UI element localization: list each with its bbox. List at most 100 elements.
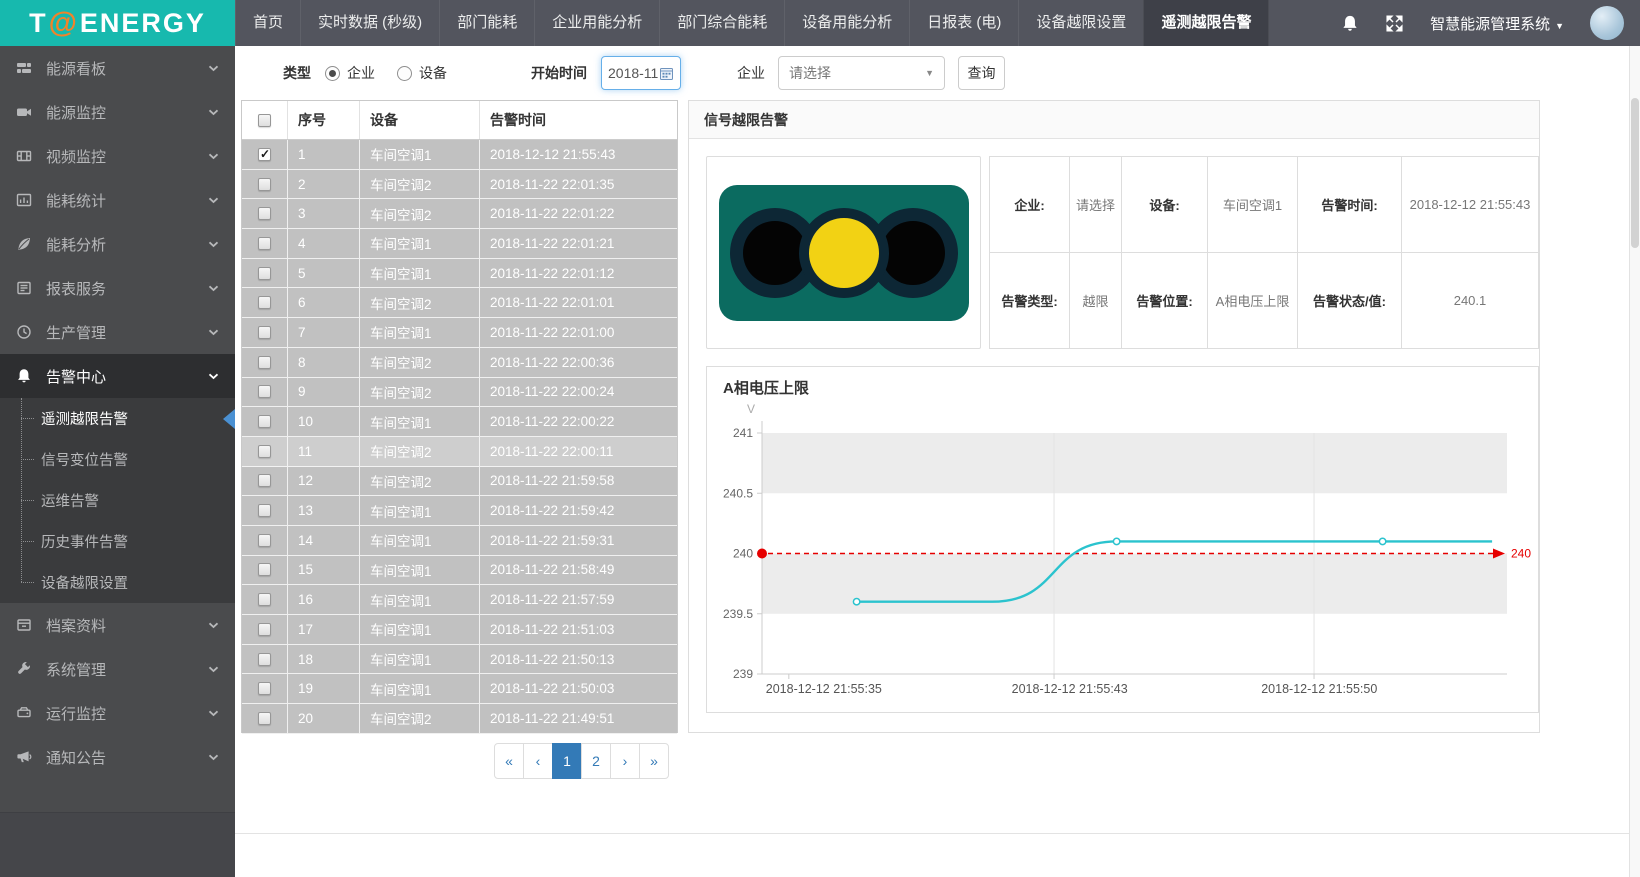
row-checkbox[interactable] — [258, 296, 271, 309]
row-checkbox[interactable] — [258, 504, 271, 517]
table-row[interactable]: 3车间空调22018-11-22 22:01:22 — [242, 199, 677, 229]
logo-at-icon: @ — [49, 7, 79, 40]
row-checkbox[interactable] — [258, 563, 271, 576]
row-checkbox[interactable] — [258, 178, 271, 191]
sidebar-subitem[interactable]: 历史事件告警 — [0, 521, 235, 562]
table-row[interactable]: 11车间空调22018-11-22 22:00:11 — [242, 437, 677, 467]
sidebar-item[interactable]: 生产管理 — [0, 310, 235, 354]
row-seq: 4 — [288, 229, 360, 259]
sidebar-item[interactable]: 告警中心 — [0, 354, 235, 398]
row-checkbox[interactable] — [258, 267, 271, 280]
table-row[interactable]: 6车间空调22018-11-22 22:01:01 — [242, 288, 677, 318]
sidebar-item[interactable]: 能耗统计 — [0, 178, 235, 222]
bell-icon[interactable] — [1341, 14, 1359, 33]
sidebar-subitem[interactable]: 运维告警 — [0, 480, 235, 521]
table-row[interactable]: 20车间空调22018-11-22 21:49:51 — [242, 704, 677, 734]
top-nav-item[interactable]: 日报表 (电) — [909, 0, 1018, 46]
row-checkbox[interactable] — [258, 148, 271, 161]
page-button[interactable]: 1 — [552, 743, 582, 779]
sidebar-item[interactable]: 能源监控 — [0, 90, 235, 134]
sidebar-subitem-label: 设备越限设置 — [41, 572, 128, 593]
row-checkbox[interactable] — [258, 712, 271, 725]
enterprise-select[interactable]: 请选择 ▼ — [778, 56, 945, 90]
sidebar: 能源看板能源监控视频监控能耗统计能耗分析报表服务生产管理告警中心遥测越限告警信号… — [0, 46, 235, 877]
avatar[interactable] — [1590, 6, 1624, 40]
sidebar-subitem[interactable]: 设备越限设置 — [0, 562, 235, 603]
row-checkbox[interactable] — [258, 415, 271, 428]
sidebar-item[interactable]: 通知公告 — [0, 735, 235, 779]
table-row[interactable]: 17车间空调12018-11-22 21:51:03 — [242, 615, 677, 645]
table-row[interactable]: 7车间空调12018-11-22 22:01:00 — [242, 318, 677, 348]
sidebar-item[interactable]: 运行监控 — [0, 691, 235, 735]
top-nav-item[interactable]: 实时数据 (秒级) — [300, 0, 439, 46]
row-checkbox[interactable] — [258, 682, 271, 695]
sidebar-subitem[interactable]: 信号变位告警 — [0, 439, 235, 480]
svg-text:241: 241 — [733, 426, 753, 440]
table-row[interactable]: 14车间空调12018-11-22 21:59:31 — [242, 526, 677, 556]
table-row[interactable]: 9车间空调22018-11-22 22:00:24 — [242, 378, 677, 408]
sidebar-item[interactable]: 视频监控 — [0, 134, 235, 178]
radio-enterprise[interactable] — [325, 66, 340, 81]
page-scrollbar[interactable] — [1629, 46, 1640, 877]
top-nav-item[interactable]: 遥测越限告警 — [1143, 0, 1269, 46]
sidebar-item[interactable]: 报表服务 — [0, 266, 235, 310]
row-device: 车间空调2 — [360, 288, 480, 318]
table-row[interactable]: 15车间空调12018-11-22 21:58:49 — [242, 556, 677, 586]
start-time-value[interactable] — [608, 65, 660, 81]
table-row[interactable]: 10车间空调12018-11-22 22:00:22 — [242, 407, 677, 437]
top-nav-item[interactable]: 设备用能分析 — [784, 0, 909, 46]
row-checkbox[interactable] — [258, 653, 271, 666]
row-checkbox[interactable] — [258, 326, 271, 339]
table-row[interactable]: 12车间空调22018-11-22 21:59:58 — [242, 467, 677, 497]
detail-label: 告警类型: — [990, 253, 1070, 349]
row-checkbox[interactable] — [258, 237, 271, 250]
page-button[interactable]: » — [639, 743, 669, 779]
top-nav-item[interactable]: 部门能耗 — [439, 0, 534, 46]
select-all-checkbox[interactable] — [258, 114, 271, 127]
sidebar-item-label: 能耗分析 — [46, 234, 106, 255]
calendar-icon[interactable] — [660, 67, 673, 80]
table-row[interactable]: 18车间空调12018-11-22 21:50:13 — [242, 645, 677, 675]
table-row[interactable]: 13车间空调12018-11-22 21:59:42 — [242, 496, 677, 526]
table-row[interactable]: 1车间空调12018-12-12 21:55:43 — [242, 140, 677, 170]
sidebar-subitem[interactable]: 遥测越限告警 — [0, 398, 235, 439]
row-checkbox[interactable] — [258, 445, 271, 458]
row-checkbox[interactable] — [258, 207, 271, 220]
page-button[interactable]: 2 — [581, 743, 611, 779]
page-button[interactable]: ‹ — [523, 743, 553, 779]
sidebar-item[interactable]: 系统管理 — [0, 647, 235, 691]
top-nav-item[interactable]: 企业用能分析 — [534, 0, 659, 46]
row-seq: 11 — [288, 437, 360, 467]
row-device: 车间空调2 — [360, 704, 480, 734]
sidebar-item[interactable]: 档案资料 — [0, 603, 235, 647]
top-nav-item[interactable]: 首页 — [235, 0, 300, 46]
sidebar-item[interactable]: 能源看板 — [0, 46, 235, 90]
table-row[interactable]: 2车间空调22018-11-22 22:01:35 — [242, 170, 677, 200]
search-button[interactable]: 查询 — [958, 56, 1005, 90]
table-row[interactable]: 5车间空调12018-11-22 22:01:12 — [242, 259, 677, 289]
table-row[interactable]: 19车间空调12018-11-22 21:50:03 — [242, 674, 677, 704]
sidebar-item[interactable]: 能耗分析 — [0, 222, 235, 266]
table-row[interactable]: 16车间空调12018-11-22 21:57:59 — [242, 585, 677, 615]
start-time-input[interactable] — [601, 56, 681, 90]
row-seq: 17 — [288, 615, 360, 645]
system-dropdown[interactable]: 智慧能源管理系统▼ — [1430, 13, 1564, 34]
row-checkbox[interactable] — [258, 356, 271, 369]
detail-label: 设备: — [1122, 157, 1208, 253]
scrollbar-thumb[interactable] — [1631, 98, 1639, 248]
report-icon — [16, 280, 35, 296]
row-time: 2018-11-22 21:49:51 — [480, 704, 677, 734]
top-nav-item[interactable]: 设备越限设置 — [1018, 0, 1143, 46]
radio-device[interactable] — [397, 66, 412, 81]
row-checkbox[interactable] — [258, 623, 271, 636]
fullscreen-icon[interactable] — [1385, 14, 1404, 33]
row-checkbox[interactable] — [258, 534, 271, 547]
row-checkbox[interactable] — [258, 474, 271, 487]
row-checkbox[interactable] — [258, 593, 271, 606]
page-button[interactable]: › — [610, 743, 640, 779]
top-nav-item[interactable]: 部门综合能耗 — [659, 0, 784, 46]
table-row[interactable]: 4车间空调12018-11-22 22:01:21 — [242, 229, 677, 259]
row-checkbox[interactable] — [258, 385, 271, 398]
page-button[interactable]: « — [494, 743, 524, 779]
table-row[interactable]: 8车间空调22018-11-22 22:00:36 — [242, 348, 677, 378]
